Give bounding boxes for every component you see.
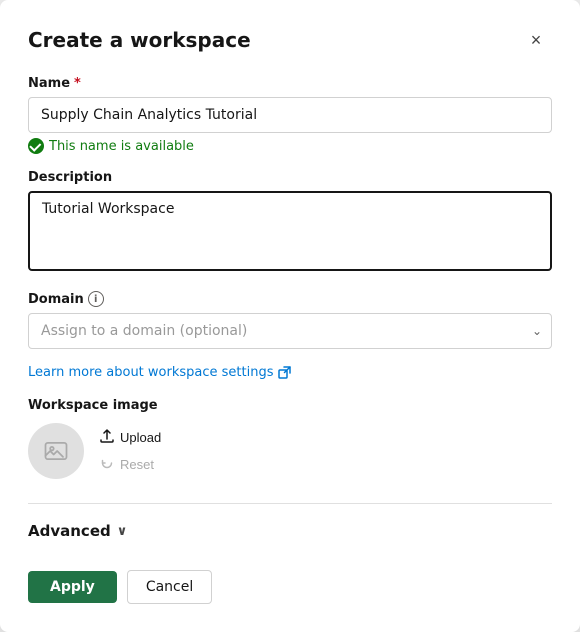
create-workspace-dialog: Create a workspace × Name * This name is… <box>0 0 580 632</box>
dialog-title: Create a workspace <box>28 28 251 52</box>
domain-select[interactable]: Assign to a domain (optional) <box>28 313 552 349</box>
advanced-toggle-button[interactable]: Advanced ∨ <box>28 522 127 540</box>
domain-label: Domain i <box>28 291 552 307</box>
domain-info-icon: i <box>88 291 104 307</box>
reset-button[interactable]: Reset <box>100 454 161 475</box>
availability-check-icon <box>28 138 44 154</box>
advanced-chevron-icon: ∨ <box>117 524 128 539</box>
workspace-image-label: Workspace image <box>28 398 552 413</box>
workspace-image-section: Workspace image Upload <box>28 398 552 479</box>
domain-field-group: Domain i Assign to a domain (optional) ⌄ <box>28 291 552 349</box>
name-label: Name * <box>28 76 552 91</box>
learn-more-link[interactable]: Learn more about workspace settings <box>28 365 552 380</box>
image-placeholder-icon <box>42 437 70 465</box>
name-field-group: Name * This name is available <box>28 76 552 154</box>
reset-icon <box>100 456 114 473</box>
upload-button[interactable]: Upload <box>100 427 161 448</box>
description-input[interactable]: Tutorial Workspace <box>28 191 552 271</box>
image-actions: Upload Reset <box>100 427 161 475</box>
external-link-icon <box>278 366 291 379</box>
description-label: Description <box>28 170 552 185</box>
availability-message: This name is available <box>28 138 552 154</box>
cancel-button[interactable]: Cancel <box>127 570 212 604</box>
footer-actions: Apply Cancel <box>28 560 552 604</box>
name-input[interactable] <box>28 97 552 133</box>
apply-button[interactable]: Apply <box>28 571 117 603</box>
dialog-header: Create a workspace × <box>28 24 552 56</box>
close-button[interactable]: × <box>520 24 552 56</box>
section-divider <box>28 503 552 504</box>
upload-icon <box>100 429 114 446</box>
domain-select-wrapper: Assign to a domain (optional) ⌄ <box>28 313 552 349</box>
description-field-group: Description Tutorial Workspace <box>28 170 552 275</box>
image-controls: Upload Reset <box>28 423 552 479</box>
required-asterisk: * <box>74 76 81 91</box>
image-placeholder <box>28 423 84 479</box>
advanced-section: Advanced ∨ <box>28 522 552 540</box>
